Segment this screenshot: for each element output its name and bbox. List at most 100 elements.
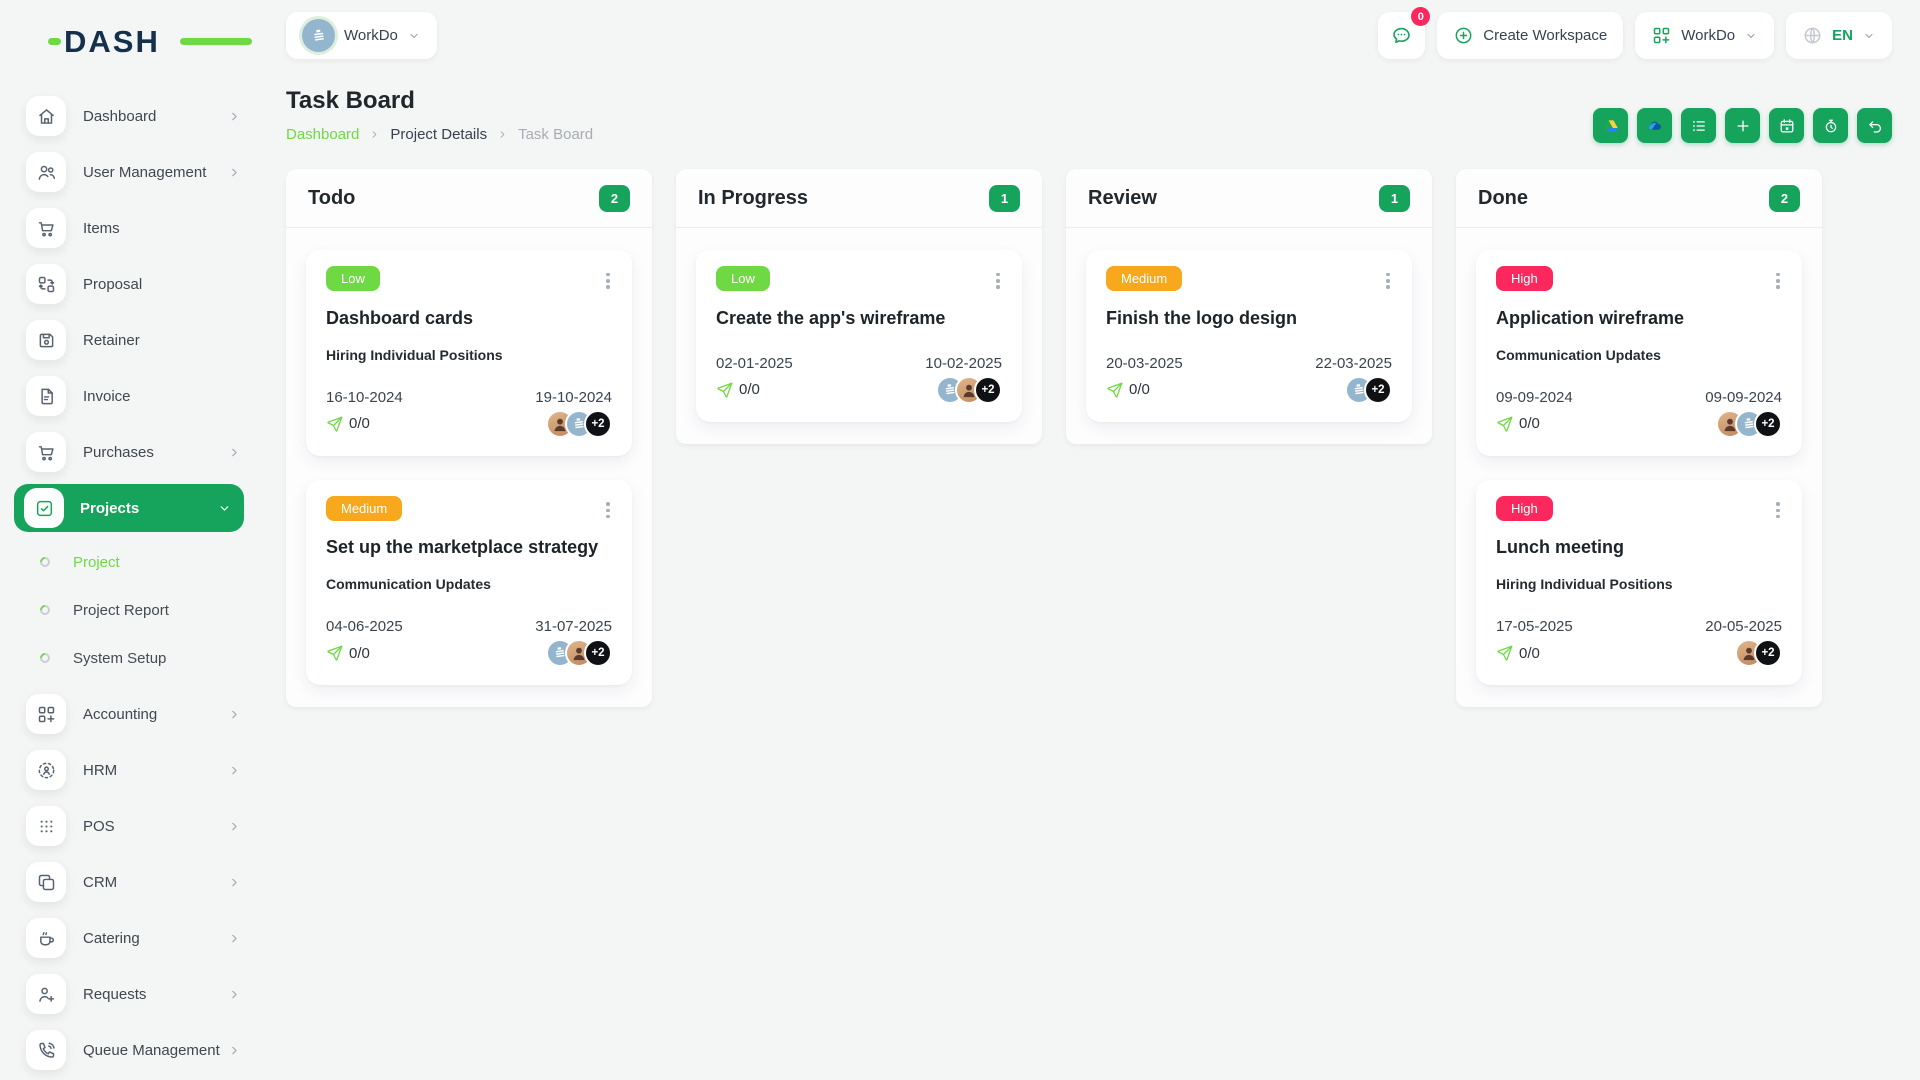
extra-assignees-badge[interactable]: +2 <box>1754 639 1782 668</box>
sidebar-item-retainer[interactable]: Retainer <box>0 312 258 368</box>
sidebar-item-label: Retainer <box>83 331 140 349</box>
task-card[interactable]: Low Create the app's wireframe 02-01-202… <box>696 250 1022 422</box>
sidebar-item-items[interactable]: Items <box>0 200 258 256</box>
messages-button[interactable]: 0 <box>1378 7 1431 59</box>
card-top: Medium <box>1106 266 1392 296</box>
sidebar-subitem-label: System Setup <box>73 649 167 667</box>
extra-assignees-badge[interactable]: +2 <box>1754 409 1782 438</box>
workspace-switcher-label: WorkDo <box>344 27 398 44</box>
sidebar-item-accounting[interactable]: Accounting <box>0 686 258 742</box>
save-icon <box>36 330 57 351</box>
task-card[interactable]: Low Dashboard cards Hiring Individual Po… <box>306 250 632 456</box>
sidebar-item-user-management[interactable]: User Management <box>0 144 258 200</box>
assignee-avatars[interactable]: +2 <box>546 409 612 438</box>
task-card[interactable]: Medium Set up the marketplace strategy C… <box>306 479 632 686</box>
sidebar-item-dashboard[interactable]: Dashboard <box>0 88 258 144</box>
sidebar-item-projects[interactable]: Projects <box>14 484 244 532</box>
task-progress: 0/0 <box>716 381 760 399</box>
task-start-date: 04-06-2025 <box>326 618 403 636</box>
send-icon <box>326 415 344 433</box>
file-text-icon <box>36 386 57 407</box>
extra-assignees-badge[interactable]: +2 <box>584 639 612 668</box>
brand-logo[interactable]: DASH <box>48 24 252 60</box>
card-menu-button[interactable] <box>1774 496 1782 526</box>
sidebar-icon-box <box>26 694 66 734</box>
task-progress-count: 0/0 <box>349 644 370 662</box>
sidebar-item-label: HRM <box>83 761 118 779</box>
task-card[interactable]: Medium Finish the logo design 20-03-2025… <box>1086 250 1412 422</box>
sidebar-icon-box <box>26 264 66 304</box>
assignee-avatars[interactable]: +2 <box>1735 639 1782 668</box>
chevron-right-icon <box>227 109 242 124</box>
column-count-badge: 1 <box>989 185 1020 212</box>
sidebar-subitem-project-report[interactable]: Project Report <box>0 586 258 634</box>
assignee-avatars[interactable]: +2 <box>1345 375 1392 404</box>
sidebar-subitem-system-setup[interactable]: System Setup <box>0 634 258 682</box>
sidebar-item-label: Proposal <box>83 275 143 293</box>
workspace-switcher[interactable]: WorkDo <box>286 12 437 59</box>
logo-accent-left <box>48 38 61 45</box>
app-root: DASH Dashboard User Management Items Pro… <box>0 0 1920 1080</box>
create-workspace-button[interactable]: Create Workspace <box>1437 12 1624 59</box>
sidebar-item-catering[interactable]: Catering <box>0 910 258 966</box>
logo-accent-right <box>180 38 252 45</box>
card-top: Low <box>716 266 1002 296</box>
bullet-icon <box>37 602 53 618</box>
sidebar-item-hrm[interactable]: HRM <box>0 742 258 798</box>
sidebar-subitem-project[interactable]: Project <box>0 538 258 586</box>
users-icon <box>36 162 57 183</box>
task-card[interactable]: High Lunch meeting Hiring Individual Pos… <box>1476 479 1802 686</box>
sidebar-subitem-label: Project <box>73 553 120 571</box>
sidebar-item-proposal[interactable]: Proposal <box>0 256 258 312</box>
language-selector[interactable]: EN <box>1786 12 1892 59</box>
sidebar-item-invoice[interactable]: Invoice <box>0 368 258 424</box>
extra-assignees-badge[interactable]: +2 <box>584 409 612 438</box>
toolbar-google-drive-button[interactable] <box>1593 108 1628 143</box>
breadcrumb-project-details[interactable]: Project Details <box>390 126 487 143</box>
toolbar-onedrive-button[interactable] <box>1637 108 1672 143</box>
card-menu-button[interactable] <box>1774 266 1782 296</box>
assignee-avatars[interactable]: +2 <box>1716 409 1782 438</box>
coffee-icon <box>36 928 57 949</box>
sidebar-item-purchases[interactable]: Purchases <box>0 424 258 480</box>
task-dates: 02-01-2025 10-02-2025 <box>716 355 1002 372</box>
task-dates: 17-05-2025 20-05-2025 <box>1496 618 1782 635</box>
task-end-date: 22-03-2025 <box>1315 354 1392 372</box>
create-workspace-label: Create Workspace <box>1483 27 1608 44</box>
sidebar-item-queue-management[interactable]: Queue Management <box>0 1022 258 1078</box>
toolbar-list-button[interactable] <box>1681 108 1716 143</box>
card-menu-button[interactable] <box>994 266 1002 296</box>
extra-assignees-badge[interactable]: +2 <box>1364 375 1392 404</box>
column-title: Done <box>1478 187 1528 209</box>
priority-badge: High <box>1496 266 1553 291</box>
task-card[interactable]: High Application wireframe Communication… <box>1476 250 1802 456</box>
sidebar-item-requests[interactable]: Requests <box>0 966 258 1022</box>
workspace-menu[interactable]: WorkDo <box>1635 12 1775 59</box>
board-toolbar <box>1593 108 1892 143</box>
sidebar-submenu: Project Project Report System Setup <box>0 536 258 686</box>
column-cards: Medium Finish the logo design 20-03-2025… <box>1066 228 1432 444</box>
toolbar-stopwatch-button[interactable] <box>1813 108 1848 143</box>
breadcrumb-dashboard[interactable]: Dashboard <box>286 126 359 143</box>
sidebar-icon-box <box>26 750 66 790</box>
card-menu-button[interactable] <box>604 266 612 296</box>
card-menu-button[interactable] <box>1384 266 1392 296</box>
column-title: Review <box>1088 187 1157 209</box>
toolbar-undo-button[interactable] <box>1857 108 1892 143</box>
sidebar-item-pos[interactable]: POS <box>0 798 258 854</box>
sidebar-item-label: User Management <box>83 163 207 181</box>
plus-icon <box>1734 117 1752 135</box>
card-top: High <box>1496 495 1782 526</box>
column-header: In Progress 1 <box>676 169 1042 228</box>
card-menu-button[interactable] <box>604 496 612 526</box>
sidebar-item-crm[interactable]: CRM <box>0 854 258 910</box>
task-title: Application wireframe <box>1496 307 1685 328</box>
assignee-avatars[interactable]: +2 <box>936 375 1002 404</box>
toolbar-plus-button[interactable] <box>1725 108 1760 143</box>
sidebar-icon-box <box>26 432 66 472</box>
toolbar-calendar-button[interactable] <box>1769 108 1804 143</box>
task-end-date: 20-05-2025 <box>1705 618 1782 636</box>
extra-assignees-badge[interactable]: +2 <box>974 375 1002 404</box>
assignee-avatars[interactable]: +2 <box>546 639 612 668</box>
card-footer: 0/0 +2 <box>326 639 612 668</box>
